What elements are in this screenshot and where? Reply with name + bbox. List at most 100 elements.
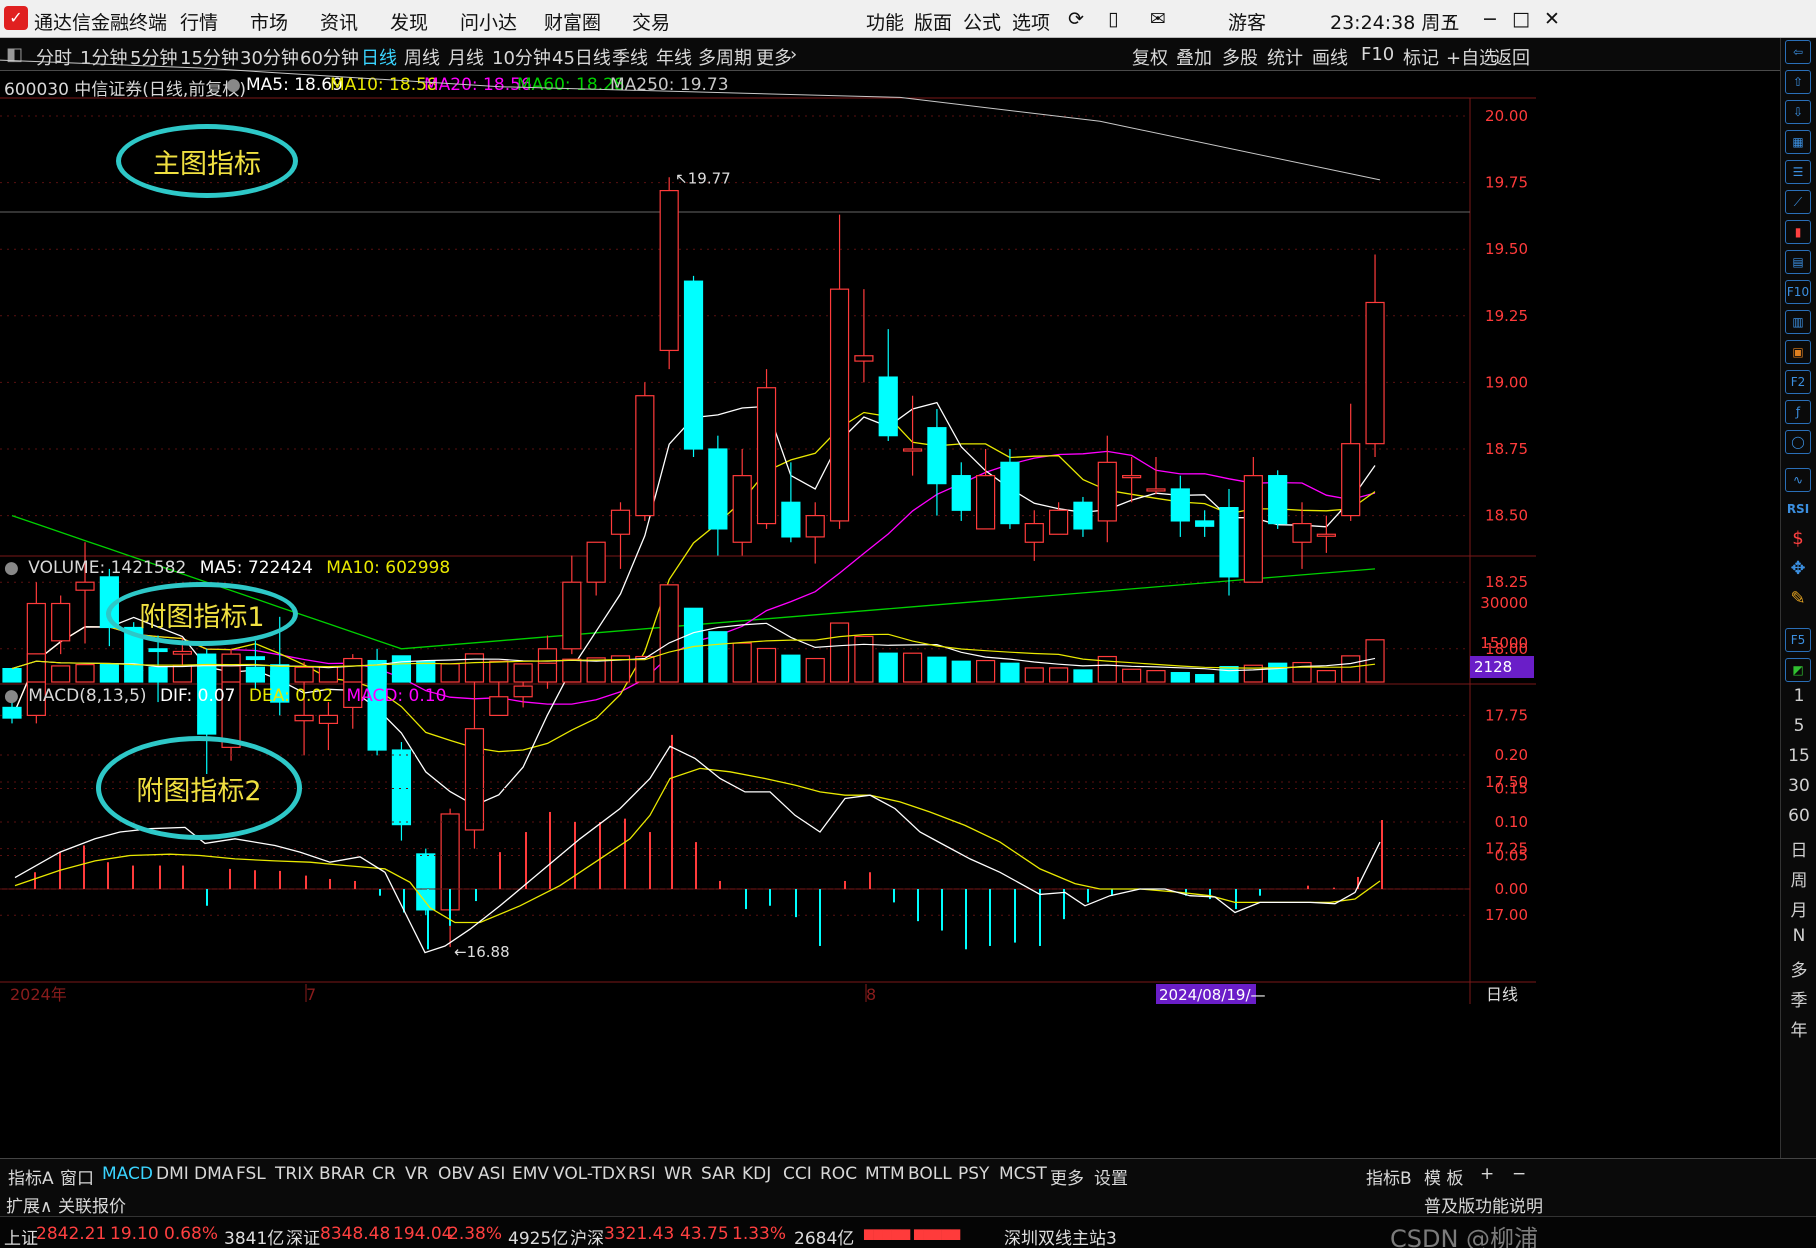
arrow-down-icon[interactable]: ⇩ [1785,100,1811,124]
rperiod-30[interactable]: 30 [1781,776,1816,796]
time-period-label: 日线 [1486,985,1518,1004]
list-icon[interactable]: ☰ [1785,160,1811,184]
tab-zhibiao-a[interactable]: 指标A [8,1164,54,1189]
sh-label[interactable]: 上证 [4,1224,38,1248]
rperiod-1[interactable]: 1 [1781,686,1816,706]
app-window: ✓ 通达信金融终端 行情 市场 资讯 发现 问小达 财富圈 交易 功能 版面 公… [0,0,1816,1248]
tab-fsl[interactable]: FSL [236,1164,266,1184]
tab-sar[interactable]: SAR [701,1164,736,1184]
rperiod-n[interactable]: N [1781,926,1816,946]
tab-chuangkou[interactable]: 窗口 [60,1164,94,1189]
tab-cci[interactable]: CCI [783,1164,812,1184]
volume-bar [1000,662,1020,683]
macd-value-label: MACD: 0.10 [346,686,447,706]
table-icon[interactable]: ▦ [1785,130,1811,154]
tab-roc[interactable]: ROC [820,1164,857,1184]
price-tick-label: 19.50 [1485,240,1528,258]
arrow-left-icon[interactable]: ⇦ [1785,40,1811,64]
tab-wr[interactable]: WR [664,1164,693,1184]
volume-bar [1292,661,1312,683]
rperiod-day[interactable]: 日 [1781,836,1816,861]
candle-body [1122,475,1142,479]
tab-mcst[interactable]: MCST [999,1164,1047,1184]
volume-bar [1219,665,1239,683]
tab-psy[interactable]: PSY [958,1164,989,1184]
feature-note[interactable]: 普及版功能说明 [1424,1192,1543,1217]
candle-body [1243,475,1263,583]
macd-tick-label: 0.20 [1495,746,1528,764]
hs-change: 43.75 [680,1224,729,1244]
green-chart-icon[interactable]: ◩ [1785,658,1811,682]
layout-icon[interactable]: ▥ [1785,310,1811,334]
line-chart-icon[interactable]: ⟋ [1785,190,1811,214]
tab-vol-tdx[interactable]: VOL-TDX [553,1164,627,1184]
tab-dmi[interactable]: DMI [156,1164,189,1184]
volume-bar [732,642,752,683]
tab-obv[interactable]: OBV [438,1164,474,1184]
move-icon[interactable]: ✥ [1785,558,1811,582]
tab-macd[interactable]: MACD [102,1164,153,1184]
hs-label[interactable]: 沪深 [570,1224,604,1248]
tab-trix[interactable]: TRIX [275,1164,314,1184]
candle-body [1219,507,1239,578]
server-label[interactable]: 深圳双线主站3 [1004,1224,1117,1248]
f10-icon[interactable]: F10 [1785,280,1811,304]
candle-body [489,696,509,717]
price-tick-label: 20.00 [1485,107,1528,125]
sz-label[interactable]: 深证 [286,1224,320,1248]
candle-body [805,514,825,538]
wave-icon[interactable]: ∿ [1785,468,1811,492]
price-tick-label: 19.75 [1485,174,1528,192]
tab-dma[interactable]: DMA [194,1164,233,1184]
tab-add[interactable]: + [1480,1164,1494,1184]
rperiod-quarter[interactable]: 季 [1781,986,1816,1011]
tab-settings[interactable]: 设置 [1094,1164,1128,1189]
doc-icon[interactable]: ▣ [1785,340,1811,364]
rperiod-5[interactable]: 5 [1781,716,1816,736]
rperiod-60[interactable]: 60 [1781,806,1816,826]
tab-brar[interactable]: BRAR [319,1164,365,1184]
volume-bar [75,663,95,683]
vol-dropdown-icon[interactable]: ● [4,558,19,578]
circle-icon[interactable]: ◯ [1785,430,1811,454]
candle-body [1073,501,1093,530]
tab-mtm[interactable]: MTM [865,1164,905,1184]
tab-remove[interactable]: − [1512,1164,1526,1184]
tab-emv[interactable]: EMV [512,1164,549,1184]
volume-bar [172,664,192,683]
tab-asi[interactable]: ASI [478,1164,505,1184]
dollar-icon[interactable]: $ [1785,528,1811,552]
candle-body [1316,533,1336,537]
grid-icon[interactable]: ▤ [1785,250,1811,274]
pencil-icon[interactable]: ✎ [1785,588,1811,612]
tab-more[interactable]: 更多 [1050,1164,1084,1189]
volume-bar [659,584,679,683]
f2-icon[interactable]: F2 [1785,370,1811,394]
rperiod-year[interactable]: 年 [1781,1016,1816,1041]
rsi-icon[interactable]: RSI [1785,498,1811,522]
updown-bars-icon: ▆▆▆▆▆ ▆▆▆▆▆ [864,1226,961,1240]
tab-rsi[interactable]: RSI [628,1164,656,1184]
candle-body [635,395,655,517]
macd-dropdown-icon[interactable]: ● [4,686,19,706]
rperiod-week[interactable]: 周 [1781,866,1816,891]
tab-boll[interactable]: BOLL [908,1164,952,1184]
price-tick-label: 18.25 [1485,573,1528,591]
tab-template[interactable]: 模 板 [1424,1164,1463,1189]
rperiod-15[interactable]: 15 [1781,746,1816,766]
candle-icon[interactable]: ▮ [1785,220,1811,244]
tab-zhibiao-b[interactable]: 指标B [1366,1164,1412,1189]
btn-guanlian[interactable]: 关联报价 [58,1192,126,1217]
tab-cr[interactable]: CR [372,1164,396,1184]
tab-vr[interactable]: VR [405,1164,428,1184]
rperiod-month[interactable]: 月 [1781,896,1816,921]
f5-icon[interactable]: F5 [1785,628,1811,652]
volume-bar [537,662,558,683]
rperiod-multi[interactable]: 多 [1781,956,1816,981]
arrow-up-icon[interactable]: ⇧ [1785,70,1811,94]
tab-kdj[interactable]: KDJ [742,1164,771,1184]
btn-kuozhan[interactable]: 扩展∧ [6,1192,52,1217]
formula-icon[interactable]: ƒ [1785,400,1811,424]
candle-body [513,685,533,698]
candle-body [464,728,485,831]
